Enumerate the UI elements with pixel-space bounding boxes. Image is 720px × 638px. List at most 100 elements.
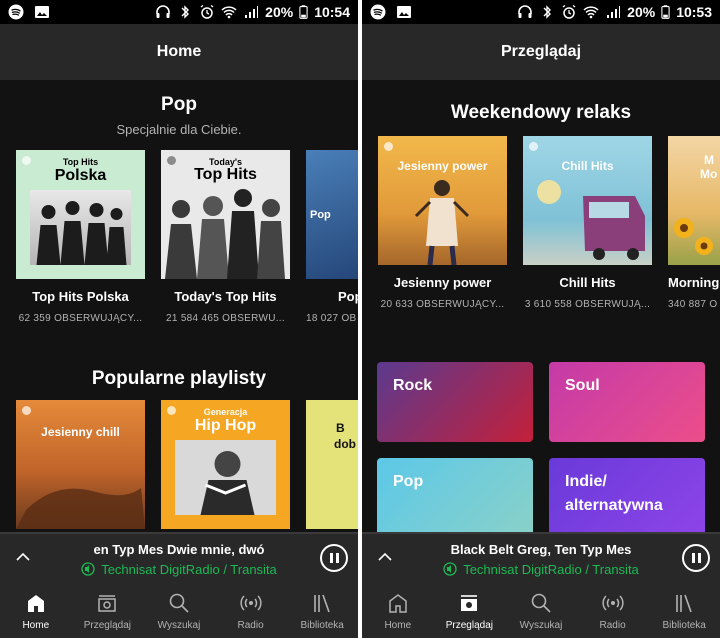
nav-browse[interactable]: Przeglądaj — [434, 584, 506, 638]
cover-text: B — [336, 421, 345, 435]
playlist-followers: 3 610 558 OBSERWUJĄ... — [524, 299, 651, 310]
browse-screen: 20% 10:53 Przeglądaj Weekendowy relaks J… — [362, 0, 720, 638]
cover-text: dob — [334, 437, 356, 451]
cover-text: Pop — [310, 209, 331, 221]
battery-icon — [299, 5, 308, 19]
sunflower-photo-icon — [674, 218, 713, 255]
van-photo-icon — [537, 180, 645, 260]
playlist-name: Pop — [338, 289, 358, 304]
pause-button[interactable] — [320, 544, 348, 572]
playlist-name: Top Hits Polska — [32, 289, 129, 304]
clock: 10:53 — [676, 4, 712, 20]
wifi-icon — [221, 6, 237, 19]
playlist-followers: 20 633 OBSERWUJĄCY... — [380, 299, 505, 310]
nav-search[interactable]: Wyszukaj — [143, 584, 215, 638]
playlist-card-chill-hits[interactable]: Chill Hits Chill Hits 3 610 558 OBSERWUJ… — [523, 136, 652, 310]
page-title: Przeglądaj — [362, 24, 720, 80]
playlist-card-jesienny-chill[interactable]: Jesienny chill — [16, 400, 145, 529]
mini-player[interactable]: Black Belt Greg, Ten Typ Mes Technisat D… — [362, 532, 720, 584]
playlist-card-pop[interactable]: Pop Pop 18 027 OB — [306, 150, 358, 324]
cover-text: Top Hits — [62, 157, 99, 167]
genre-tile-indie[interactable]: Indie/ alternatywna — [549, 458, 705, 532]
playlist-cover: Jesienny power — [378, 136, 507, 265]
person-photo-icon — [414, 180, 470, 265]
alarm-icon — [200, 4, 214, 19]
search-icon — [169, 593, 189, 613]
playlist-card-morning[interactable]: M Mo Morning 340 887 O — [668, 136, 720, 310]
nav-radio[interactable]: Radio — [215, 584, 287, 638]
playlist-card-todays-top-hits[interactable]: Today's Top Hits Today's Top Hits 21 584… — [161, 150, 290, 324]
radio-icon — [601, 595, 624, 611]
device-name: Technisat DigitRadio / Transita — [463, 562, 639, 577]
playlist-cover: M Mo — [668, 136, 720, 265]
nav-home[interactable]: Home — [0, 584, 72, 638]
nav-label: Biblioteka — [662, 620, 706, 631]
signal-icon — [245, 6, 259, 18]
pause-button[interactable] — [682, 544, 710, 572]
wifi-icon — [583, 6, 599, 19]
cover-text: Hip Hop — [194, 417, 257, 434]
playlist-name: Today's Top Hits — [174, 289, 277, 304]
nav-library[interactable]: Biblioteka — [648, 584, 720, 638]
radio-icon — [239, 595, 262, 611]
gallery-icon — [35, 6, 49, 18]
bluetooth-icon — [181, 5, 190, 19]
genre-tile-pop[interactable]: Pop — [377, 458, 533, 532]
clock: 10:54 — [314, 4, 350, 20]
section-subtitle: Specjalnie dla Ciebie. — [116, 122, 242, 137]
genre-tile-rock[interactable]: Rock — [377, 362, 533, 442]
search-icon — [531, 593, 551, 613]
connected-device[interactable]: Technisat DigitRadio / Transita — [362, 562, 720, 577]
nav-label: Wyszukaj — [157, 620, 201, 631]
artists-photo-icon — [165, 189, 285, 279]
section-title-popular: Popularne playlisty — [91, 368, 267, 389]
playlist-cover: Today's Top Hits — [161, 150, 290, 279]
nav-label: Home — [384, 620, 412, 631]
popular-playlists-row: Jesienny chill Generacja Hip Hop B dob — [16, 400, 358, 529]
playlist-card-jesienny-power[interactable]: Jesienny power Jesienny power 20 633 OBS… — [378, 136, 507, 310]
browse-content: Weekendowy relaks Jesienny power Jesienn… — [362, 80, 720, 532]
nav-search[interactable]: Wyszukaj — [505, 584, 577, 638]
battery-text: 20% — [627, 4, 656, 20]
nav-library[interactable]: Biblioteka — [286, 584, 358, 638]
spotify-icon — [8, 4, 24, 20]
playlist-name: Chill Hits — [559, 275, 616, 290]
mini-player[interactable]: en Typ Mes Dwie mnie, dwó Technisat Digi… — [0, 532, 358, 584]
device-name: Technisat DigitRadio / Transita — [101, 562, 277, 577]
battery-text: 20% — [265, 4, 294, 20]
home-icon — [389, 594, 407, 613]
nav-home[interactable]: Home — [362, 584, 434, 638]
weekend-playlists-row: Jesienny power Jesienny power 20 633 OBS… — [378, 136, 720, 310]
cover-text: Generacja — [203, 407, 248, 417]
connected-device[interactable]: Technisat DigitRadio / Transita — [0, 562, 358, 577]
home-icon — [27, 595, 44, 612]
playlist-cover: Pop — [306, 150, 358, 279]
nav-label: Przeglądaj — [83, 620, 132, 631]
battery-icon — [661, 5, 670, 19]
nav-label: Radio — [237, 620, 264, 631]
bottom-navigation: Home Przeglądaj Wyszukaj Radio Bibliotek… — [362, 584, 720, 638]
playlist-card-top-hits-polska[interactable]: Top Hits Polska Top Hits Polska 62 359 O… — [16, 150, 145, 324]
playlist-followers: 340 887 O — [668, 299, 718, 310]
section-title-pop: Pop — [161, 94, 197, 115]
browse-icon — [461, 595, 478, 611]
playlist-card-generacja-hip-hop[interactable]: Generacja Hip Hop — [161, 400, 290, 529]
nav-radio[interactable]: Radio — [577, 584, 649, 638]
nav-label: Biblioteka — [300, 620, 344, 631]
section-title-weekend: Weekendowy relaks — [450, 102, 632, 123]
home-screen: 20% 10:54 Home Pop Specjalnie dla Ciebie… — [0, 0, 358, 638]
cover-text: Polska — [54, 167, 107, 184]
headphones-icon — [156, 5, 170, 18]
nav-browse[interactable]: Przeglądaj — [72, 584, 144, 638]
headphones-icon — [518, 5, 532, 18]
speaker-icon — [443, 562, 457, 576]
playlist-card-partial[interactable]: B dob — [306, 400, 358, 529]
genre-tile-soul[interactable]: Soul — [549, 362, 705, 442]
playlist-followers: 21 584 465 OBSERWU... — [166, 313, 285, 324]
playlist-cover: Chill Hits — [523, 136, 652, 265]
now-playing-title: en Typ Mes Dwie mnie, dwó — [93, 542, 265, 557]
page-title: Home — [0, 24, 358, 80]
gallery-icon — [397, 6, 411, 18]
status-bar: 20% 10:53 — [362, 0, 720, 24]
playlist-cover: B dob — [306, 400, 358, 529]
